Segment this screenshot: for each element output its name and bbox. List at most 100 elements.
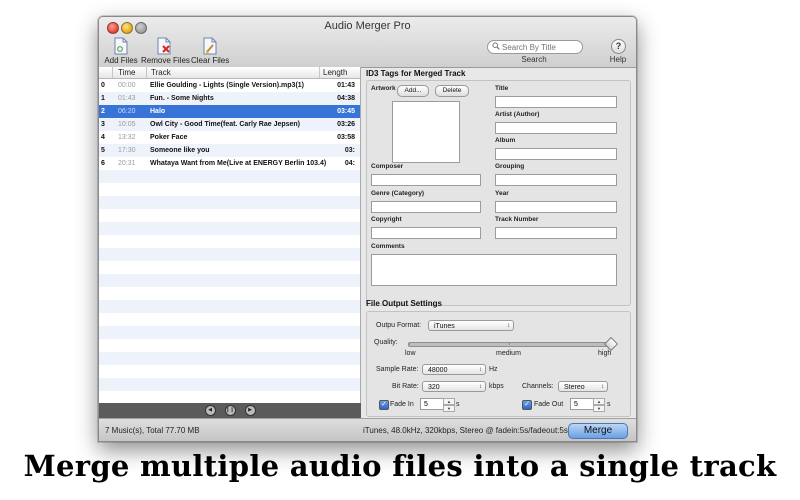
fade-in-field[interactable]: 5 — [420, 398, 444, 410]
add-files-label: Add Files — [104, 56, 138, 65]
sample-rate-label: Sample Rate: — [376, 366, 419, 373]
artwork-well[interactable] — [392, 101, 460, 163]
promo-caption: Merge multiple audio files into a single… — [23, 449, 777, 483]
grouping-label: Grouping — [495, 163, 525, 170]
clear-files-button[interactable]: Clear Files — [191, 37, 229, 65]
row-length: 03:45 — [337, 108, 355, 115]
output-format-label: Outpu Format: — [376, 322, 422, 329]
quality-label: Quality: — [374, 339, 398, 346]
clear-files-icon — [191, 37, 229, 55]
row-start-time: 20:31 — [118, 160, 136, 167]
column-header-time[interactable]: Time — [118, 67, 135, 78]
output-format-popup[interactable]: iTunes ↕ — [428, 320, 514, 331]
row-start-time: 13:32 — [118, 134, 136, 141]
id3-section-title: ID3 Tags for Merged Track — [366, 69, 466, 78]
remove-files-button[interactable]: Remove Files — [141, 37, 190, 65]
fade-in-checkbox[interactable]: ✓ — [379, 400, 389, 410]
empty-row — [99, 248, 360, 261]
table-row[interactable]: 0 00:00 Ellie Goulding - Lights (Single … — [99, 79, 360, 92]
genre-label: Genre (Category) — [371, 190, 425, 197]
row-start-time: 17:30 — [118, 147, 136, 154]
clear-files-label: Clear Files — [191, 56, 230, 65]
remove-files-icon — [141, 37, 187, 55]
stepper-down-icon[interactable]: ▼ — [443, 405, 455, 412]
composer-field[interactable] — [371, 174, 481, 186]
empty-row — [99, 274, 360, 287]
title-bar: Audio Merger Pro Add Files Remove Files … — [99, 17, 636, 68]
quality-slider[interactable] — [408, 336, 619, 352]
album-field[interactable] — [495, 148, 617, 160]
table-row[interactable]: 6 20:31 Whataya Want from Me(Live at ENE… — [99, 157, 360, 170]
popup-arrows-icon: ↕ — [479, 384, 482, 390]
stepper-up-icon[interactable]: ▲ — [593, 398, 605, 405]
quality-high-label: high — [598, 350, 612, 357]
table-row[interactable]: 4 13:32 Poker Face 03:58 — [99, 131, 360, 144]
table-row-selected[interactable]: 2 06:20 Halo 03:45 — [99, 105, 360, 118]
track-list[interactable]: Time Track Length 0 00:00 Ellie Goulding… — [99, 67, 361, 403]
add-artwork-button[interactable]: Add... — [397, 85, 429, 97]
column-header-track[interactable]: Track — [151, 67, 171, 78]
composer-label: Composer — [371, 163, 404, 170]
sample-rate-unit: Hz — [489, 366, 498, 373]
sample-rate-popup[interactable]: 48000 ↕ — [422, 364, 486, 375]
title-label: Title — [495, 85, 509, 92]
fade-out-stepper[interactable]: ▲ ▼ — [593, 398, 605, 412]
table-row[interactable]: 1 01:43 Fun. - Some Nights 04:38 — [99, 92, 360, 105]
stepper-down-icon[interactable]: ▼ — [593, 405, 605, 412]
empty-row — [99, 183, 360, 196]
row-start-time: 10:05 — [118, 121, 136, 128]
row-track-name: Fun. - Some Nights — [150, 95, 214, 102]
fade-in-stepper[interactable]: ▲ ▼ — [443, 398, 455, 412]
year-field[interactable] — [495, 201, 617, 213]
empty-row — [99, 287, 360, 300]
search-input[interactable] — [502, 42, 572, 52]
help-button[interactable]: ? — [611, 39, 626, 54]
popup-arrows-icon: ↕ — [507, 323, 510, 329]
row-start-time: 06:20 — [118, 108, 136, 115]
empty-row — [99, 261, 360, 274]
pause-icon[interactable]: ❙❙ — [224, 405, 236, 416]
previous-icon[interactable]: ◀ — [204, 405, 216, 416]
copyright-field[interactable] — [371, 227, 481, 239]
search-icon — [492, 42, 500, 52]
row-track-name: Ellie Goulding - Lights (Single Version)… — [150, 82, 305, 89]
add-files-button[interactable]: Add Files — [103, 37, 139, 65]
row-length: 04:38 — [337, 95, 355, 102]
row-length: 04: — [344, 160, 355, 167]
year-label: Year — [495, 190, 509, 197]
next-icon[interactable]: ▶ — [244, 405, 256, 416]
track-number-label: Track Number — [495, 216, 539, 223]
empty-row — [99, 235, 360, 248]
comments-field[interactable] — [371, 254, 617, 286]
bit-rate-value: 320 — [428, 384, 440, 391]
row-index: 0 — [101, 82, 105, 89]
row-length: 03: — [344, 147, 355, 154]
column-header-length[interactable]: Length — [323, 67, 347, 78]
empty-row — [99, 339, 360, 352]
row-index: 3 — [101, 121, 105, 128]
artist-field[interactable] — [495, 122, 617, 134]
fade-out-label: Fade Out — [534, 401, 564, 408]
merge-button[interactable]: Merge — [568, 423, 628, 439]
column-separator — [146, 67, 147, 78]
row-track-name: Someone like you — [150, 147, 210, 154]
grouping-field[interactable] — [495, 174, 617, 186]
empty-row — [99, 170, 360, 183]
search-field[interactable] — [487, 40, 583, 54]
channels-popup[interactable]: Stereo ↕ — [558, 381, 608, 392]
table-row[interactable]: 3 10:05 Owl City - Good Time(feat. Carly… — [99, 118, 360, 131]
stepper-up-icon[interactable]: ▲ — [443, 398, 455, 405]
column-separator — [112, 67, 113, 78]
bit-rate-popup[interactable]: 320 ↕ — [422, 381, 486, 392]
title-field[interactable] — [495, 96, 617, 108]
empty-row — [99, 313, 360, 326]
fade-out-checkbox[interactable]: ✓ — [522, 400, 532, 410]
fade-out-unit: s — [607, 401, 611, 408]
sample-rate-value: 48000 — [428, 367, 448, 374]
fade-out-field[interactable]: 5 — [570, 398, 594, 410]
track-number-field[interactable] — [495, 227, 617, 239]
delete-artwork-button[interactable]: Delete — [435, 85, 469, 97]
genre-field[interactable] — [371, 201, 481, 213]
table-row[interactable]: 5 17:30 Someone like you 03: — [99, 144, 360, 157]
bit-rate-unit: kbps — [489, 383, 504, 390]
